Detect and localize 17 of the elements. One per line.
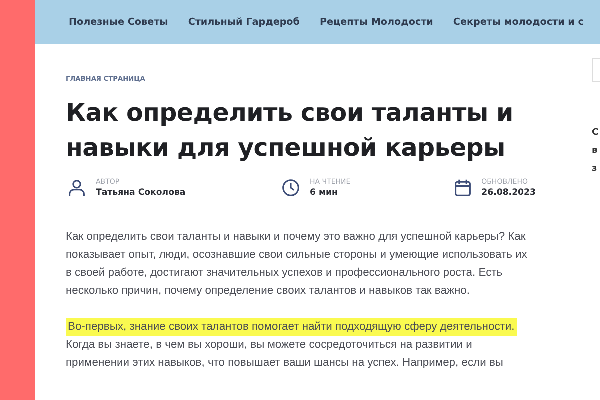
- clock-icon: [282, 179, 300, 197]
- paragraph: Как определить свои таланты и навыки и почему это важно для успешной карьеры? Как показывает опыт, люди, осознавшие свои сильные стороны и умеющие использовать их в своей работе, достигают значительных успехов и профессионального роста. Есть несколько причин, почему определение своих талантов и навыков так важно.: [66, 230, 528, 299]
- sidebar-text: з: [592, 163, 598, 176]
- meta-value: Татьяна Соколова: [96, 188, 186, 198]
- sidebar-text: С: [592, 127, 599, 140]
- calendar-icon: [454, 179, 472, 197]
- nav-link[interactable]: Рецепты Молодости: [320, 16, 434, 28]
- nav-link[interactable]: Стильный Гардероб: [188, 16, 300, 28]
- paragraph: Когда вы знаете, в чем вы хороши, вы можете сосредоточиться на развитии и применении этих навыков, что повышает ваши шансы на успех. Например, если вы: [66, 338, 504, 371]
- person-icon: [68, 179, 86, 197]
- sidebar-text: в: [592, 145, 599, 158]
- nav-link[interactable]: Секреты молодости и с: [453, 16, 584, 28]
- meta-value: 26.08.2023: [482, 188, 536, 198]
- highlighted-text: Во-первых, знание своих талантов помогает найти подходящую сферу деятельности.: [66, 318, 517, 336]
- article-title: Как определить свои таланты и навыки для успешной карьеры: [66, 97, 514, 164]
- meta-value: 6 мин: [310, 188, 339, 198]
- nav-link[interactable]: Полезные Советы: [69, 16, 168, 28]
